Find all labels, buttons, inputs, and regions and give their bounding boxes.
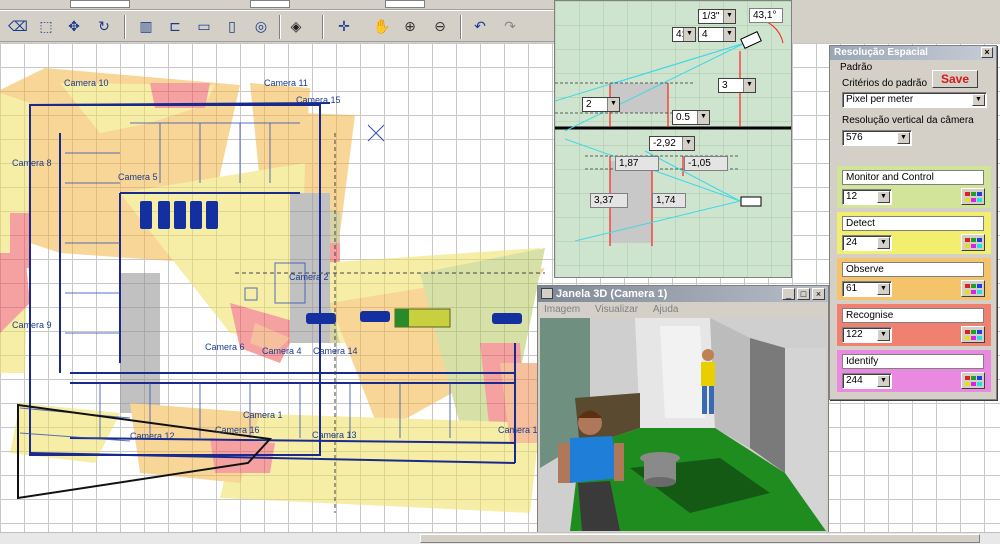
aspect-ratio-select[interactable]: 4: ▼ <box>672 27 696 42</box>
camera-label[interactable]: Camera 13 <box>312 430 357 440</box>
spatial-resolution-panel: Resolução Espacial × Padrão Critérios do … <box>829 45 997 400</box>
band-value-select[interactable]: 24 ▼ <box>842 235 892 251</box>
menu-visualizar[interactable]: Visualizar <box>595 304 638 315</box>
target-height-select[interactable]: 2 ▼ <box>582 97 620 112</box>
toolbar-separator <box>279 15 281 39</box>
size-combo[interactable] <box>250 0 290 8</box>
coverage-zones <box>0 68 545 513</box>
camera-label[interactable]: Camera 8 <box>12 158 52 168</box>
band-value-select[interactable]: 244 ▼ <box>842 373 892 389</box>
pan-icon[interactable]: ✛ <box>334 17 354 37</box>
hand-icon[interactable]: ✋ <box>372 17 392 37</box>
redo-icon[interactable]: ↷ <box>500 17 520 37</box>
band-identify: Identify 244 ▼ <box>837 350 991 392</box>
band-value-select[interactable]: 61 ▼ <box>842 281 892 297</box>
camera-3d-icon[interactable]: ◈ <box>286 17 306 37</box>
band-name: Recognise <box>842 308 984 323</box>
menu-ajuda[interactable]: Ajuda <box>653 304 679 315</box>
camera-label[interactable]: Camera 9 <box>12 320 52 330</box>
font-combo[interactable] <box>70 0 130 8</box>
vertical-resolution-label: Resolução vertical da câmera <box>842 115 974 126</box>
lens-diagram-panel: 1/3" ▼ 43,1° 4: ▼ 4 ▼ 3 ▼ 2 ▼ 0.5 ▼ -2,92 ▼ 1,8… <box>554 0 792 278</box>
palette-icon[interactable] <box>961 234 985 251</box>
undo-icon[interactable]: ↶ <box>470 17 490 37</box>
target-marker[interactable] <box>367 124 385 142</box>
minimize-button[interactable]: _ <box>782 288 795 300</box>
camera-height-select[interactable]: 3 ▼ <box>718 78 756 93</box>
camera-label[interactable]: Camera 6 <box>205 342 245 352</box>
vertical-resolution-select[interactable]: 576 ▼ <box>842 130 912 146</box>
camera-label[interactable]: Camera 16 <box>215 425 260 435</box>
target-low-select[interactable]: 0.5 ▼ <box>672 110 710 125</box>
rotate-icon[interactable]: ↻ <box>94 17 114 37</box>
distance-near-value: 1,87 <box>615 156 659 171</box>
sensor-size-select[interactable]: 1/3" ▼ <box>698 9 736 24</box>
door-icon[interactable]: ▯ <box>222 17 242 37</box>
band-name: Monitor and Control <box>842 170 984 185</box>
view-angle-value: 43,1° <box>749 8 783 23</box>
toolbar-separator <box>124 15 126 39</box>
window-3d-menubar: Imagem Visualizar Ajuda <box>538 302 828 317</box>
move-icon[interactable]: ✥ <box>64 17 84 37</box>
lens-focal-select[interactable]: 4 ▼ <box>698 27 736 42</box>
main-toolbar: ⌫ ⬚ ✥ ↻ ▥ ⊏ ▭ ▯ ◎ ◈ ✛ ✋ ⊕ ⊖ ↶ ↷ <box>0 10 554 42</box>
band-recognise: Recognise 122 ▼ <box>837 304 991 346</box>
palette-icon[interactable] <box>961 188 985 205</box>
band-value-select[interactable]: 12 ▼ <box>842 189 892 205</box>
horizontal-scrollbar[interactable] <box>0 532 1000 544</box>
window-app-icon <box>541 288 553 299</box>
palette-icon[interactable] <box>961 326 985 343</box>
camera-label[interactable]: Camera 12 <box>130 431 175 441</box>
wall-icon[interactable]: ▥ <box>136 17 156 37</box>
camera-label[interactable]: Camera 4 <box>262 346 302 356</box>
camera-label[interactable]: Camera 1 <box>498 425 538 435</box>
camera-label[interactable]: Camera 2 <box>289 272 329 282</box>
width-right-value: 1,74 <box>652 193 686 208</box>
band-value-select[interactable]: 122 ▼ <box>842 327 892 343</box>
window-3d-titlebar[interactable]: Janela 3D (Camera 1) _ □ × <box>538 286 828 302</box>
distance-far-value: -1,05 <box>684 156 728 171</box>
band-observe: Observe 61 ▼ <box>837 258 991 300</box>
band-name: Detect <box>842 216 984 231</box>
zoom-in-icon[interactable]: ⊕ <box>400 17 420 37</box>
band-monitor-control: Monitor and Control 12 ▼ <box>837 166 991 208</box>
scrollbar-thumb[interactable] <box>420 534 980 543</box>
pattern-label: Padrão <box>840 62 873 73</box>
3d-scene-view[interactable] <box>540 318 826 531</box>
camera-label[interactable]: Camera 14 <box>313 346 358 356</box>
criteria-label: Critérios do padrão <box>842 78 928 89</box>
zoom-out-icon[interactable]: ⊖ <box>430 17 450 37</box>
width-left-value: 3,37 <box>590 193 628 208</box>
camera-label[interactable]: Camera 10 <box>64 78 109 88</box>
camera-bottom-icon <box>740 196 762 207</box>
room-icon[interactable]: ⊏ <box>165 17 185 37</box>
camera-label[interactable]: Camera 11 <box>264 78 308 88</box>
criteria-select[interactable]: Pixel per meter ▼ <box>842 92 987 108</box>
menu-imagem[interactable]: Imagem <box>544 304 580 315</box>
zoom-combo[interactable] <box>385 0 425 8</box>
eraser-icon[interactable]: ⌫ <box>8 17 28 37</box>
camera-label[interactable]: Camera 15 <box>296 95 341 105</box>
toolbar-separator <box>322 15 324 39</box>
band-name: Identify <box>842 354 984 369</box>
palette-icon[interactable] <box>961 372 985 389</box>
select-icon[interactable]: ⬚ <box>36 17 56 37</box>
toolbar-separator <box>460 15 462 39</box>
palette-icon[interactable] <box>961 280 985 297</box>
3d-scene-render <box>540 318 826 531</box>
panel-title: Resolução Espacial × <box>830 46 996 60</box>
top-toolbar-strip <box>0 0 554 10</box>
camera-label[interactable]: Camera 1 <box>243 410 283 420</box>
save-button[interactable]: Save <box>932 70 978 88</box>
close-icon[interactable]: × <box>981 47 993 58</box>
maximize-button[interactable]: □ <box>797 288 810 300</box>
band-name: Observe <box>842 262 984 277</box>
close-button[interactable]: × <box>812 288 825 300</box>
camera-label[interactable]: Camera 5 <box>118 172 158 182</box>
window-icon[interactable]: ▭ <box>194 17 214 37</box>
band-detect: Detect 24 ▼ <box>837 212 991 254</box>
window-3d: Janela 3D (Camera 1) _ □ × Imagem Visual… <box>537 285 829 533</box>
column-icon[interactable]: ◎ <box>251 17 271 37</box>
offset-select[interactable]: -2,92 ▼ <box>649 136 695 151</box>
